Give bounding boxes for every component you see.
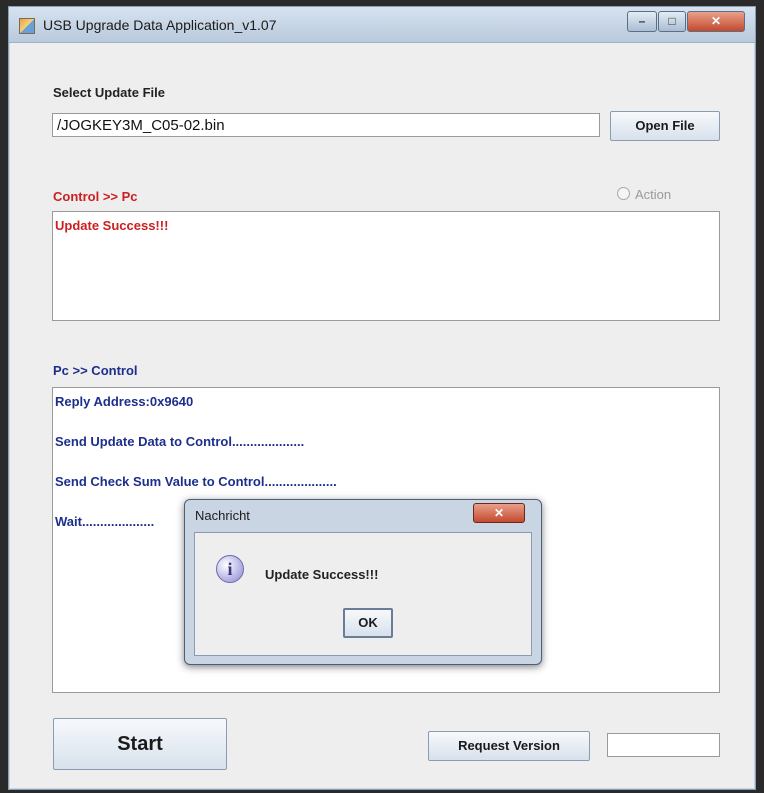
request-version-button[interactable]: Request Version bbox=[428, 731, 590, 761]
window-title: USB Upgrade Data Application_v1.07 bbox=[43, 17, 277, 33]
pc-to-control-label: Pc >> Control bbox=[53, 363, 138, 378]
action-radio-label: Action bbox=[635, 187, 672, 202]
dialog-close-button[interactable]: ✕ bbox=[473, 503, 525, 523]
file-path-input[interactable] bbox=[52, 113, 600, 137]
log-line: Update Success!!! bbox=[55, 218, 169, 233]
log-line: Wait.................... bbox=[55, 514, 155, 529]
action-radio[interactable]: Action bbox=[617, 187, 671, 202]
control-to-pc-log[interactable]: Update Success!!! bbox=[52, 211, 720, 321]
message-dialog: Nachricht ✕ i Update Success!!! OK bbox=[184, 499, 542, 665]
ok-button[interactable]: OK bbox=[343, 608, 393, 638]
log-line: Send Check Sum Value to Control.........… bbox=[55, 474, 337, 489]
app-window: USB Upgrade Data Application_v1.07 – □ ✕… bbox=[8, 6, 756, 790]
minimize-button[interactable]: – bbox=[627, 11, 657, 32]
start-button[interactable]: Start bbox=[53, 718, 227, 770]
dialog-title: Nachricht bbox=[195, 508, 250, 523]
title-bar[interactable]: USB Upgrade Data Application_v1.07 – □ ✕ bbox=[9, 7, 755, 43]
radio-circle-icon[interactable] bbox=[617, 187, 630, 200]
close-button[interactable]: ✕ bbox=[687, 11, 745, 32]
control-to-pc-label: Control >> Pc bbox=[53, 189, 138, 204]
version-field[interactable] bbox=[607, 733, 720, 757]
app-icon bbox=[19, 18, 35, 34]
info-icon: i bbox=[216, 555, 244, 583]
open-file-button[interactable]: Open File bbox=[610, 111, 720, 141]
maximize-button[interactable]: □ bbox=[658, 11, 686, 32]
log-line: Send Update Data to Control.............… bbox=[55, 434, 305, 449]
log-line: Reply Address:0x9640 bbox=[55, 394, 194, 409]
dialog-message: Update Success!!! bbox=[265, 567, 379, 582]
select-file-label: Select Update File bbox=[53, 85, 165, 100]
dialog-body: i Update Success!!! OK bbox=[194, 532, 532, 656]
